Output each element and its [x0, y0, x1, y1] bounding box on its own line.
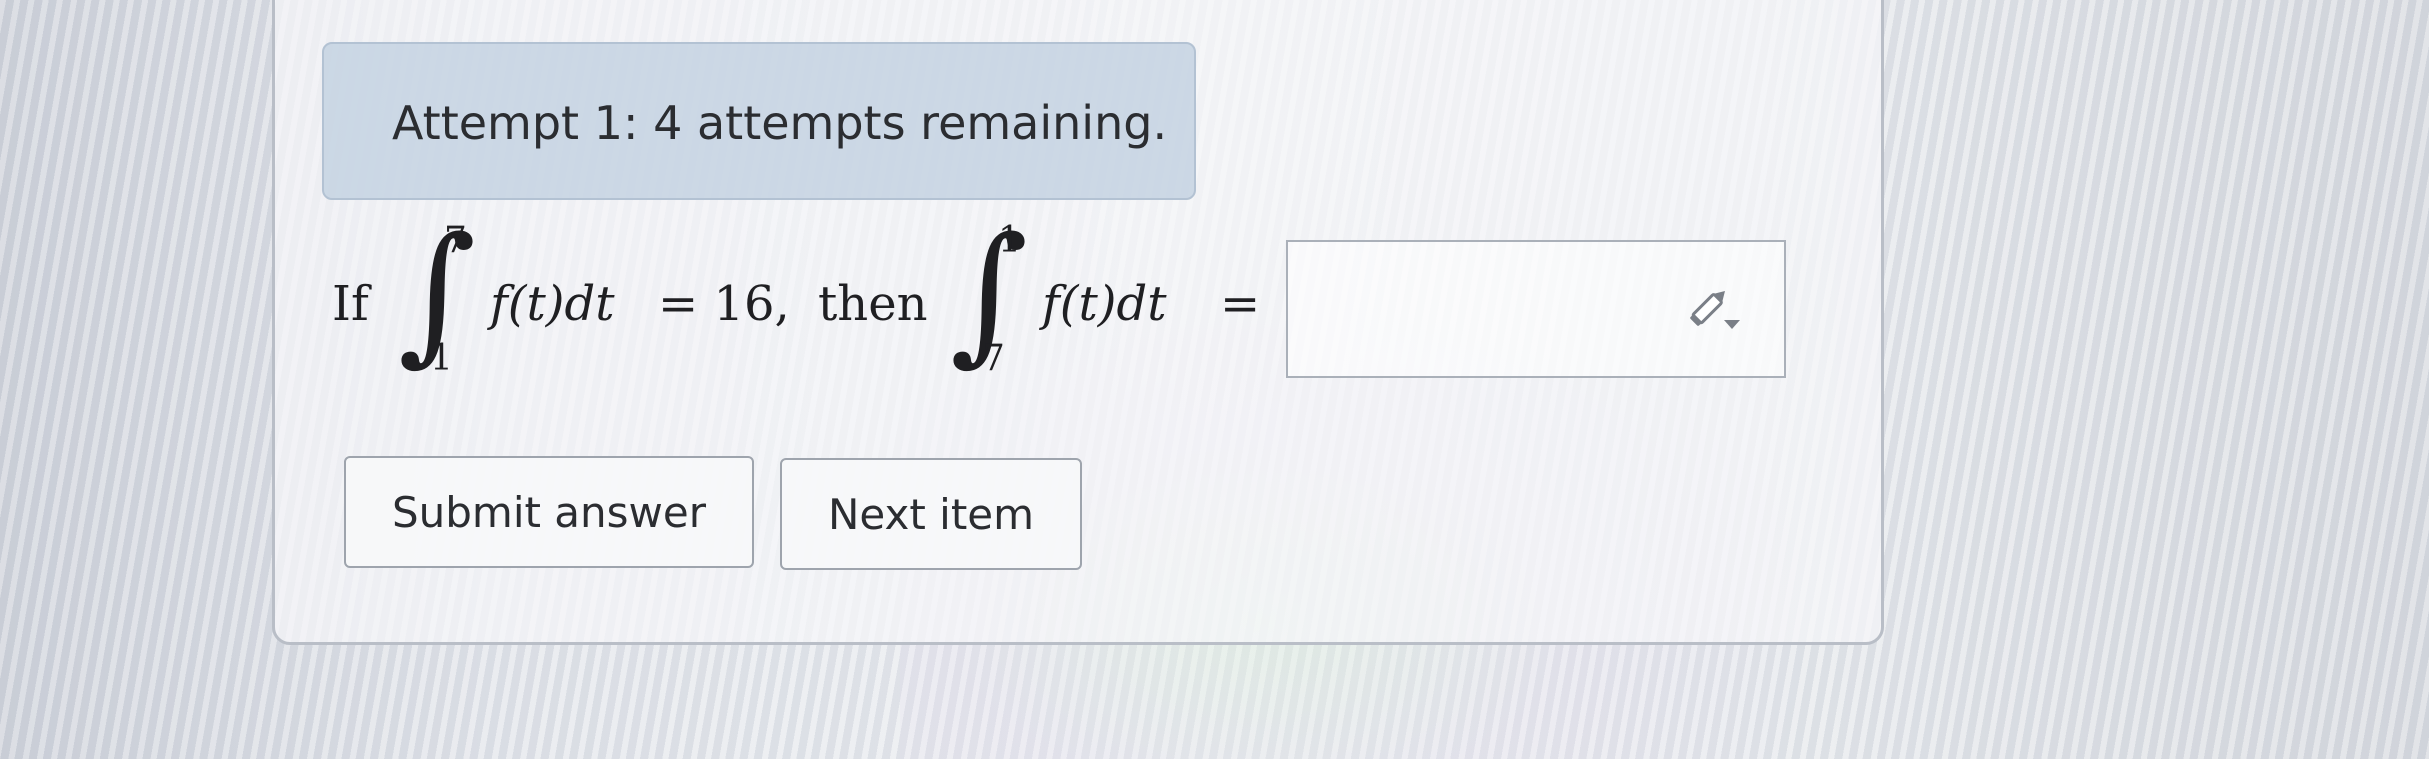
attempt-status-text: Attempt 1: 4 attempts remaining. — [392, 96, 1168, 150]
question-prefix: If — [332, 276, 369, 332]
integral-2-upper-limit: 1 — [998, 220, 1021, 261]
answer-input[interactable] — [1286, 240, 1786, 378]
integral-1-integrand: f(t)dt — [490, 276, 615, 332]
question-connector: then — [818, 276, 928, 332]
integral-2-equals: = — [1220, 276, 1261, 332]
integral-1-lower-limit: 1 — [430, 338, 453, 379]
next-item-button[interactable]: Next item — [780, 458, 1082, 570]
integral-1-upper-limit: 7 — [444, 220, 467, 261]
question-statement: If ∫ 7 1 f(t)dt = 16, then ∫ 1 7 f(t)dt … — [330, 210, 1280, 390]
integral-1-equals: = 16, — [658, 276, 790, 332]
attempt-banner: Attempt 1: 4 attempts remaining. — [322, 42, 1196, 200]
submit-answer-button[interactable]: Submit answer — [344, 456, 754, 568]
pencil-dropdown-icon[interactable] — [1686, 286, 1744, 334]
integral-2-lower-limit: 7 — [982, 338, 1005, 379]
integral-2-integrand: f(t)dt — [1042, 276, 1167, 332]
